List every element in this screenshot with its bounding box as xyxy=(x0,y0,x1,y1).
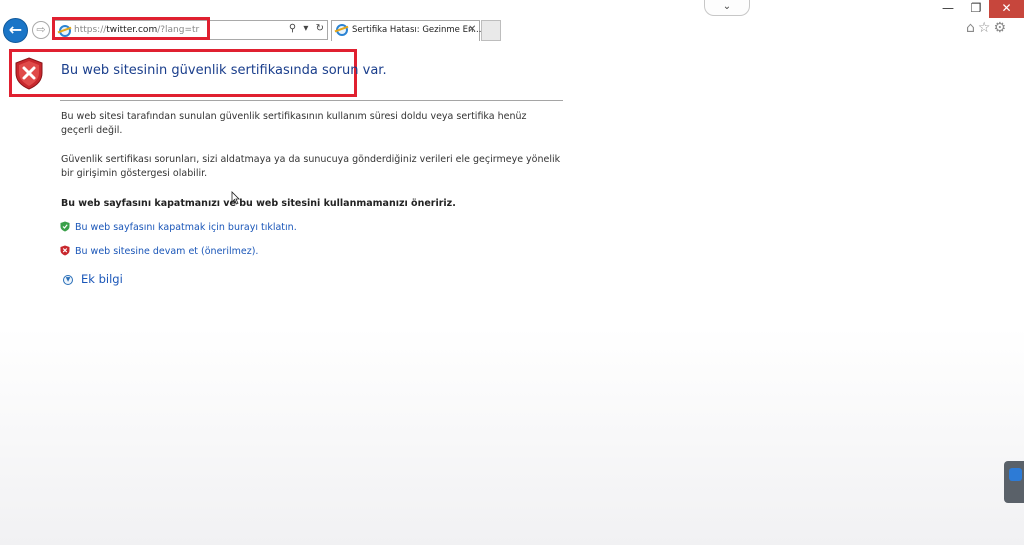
side-gadget[interactable] xyxy=(1004,461,1024,503)
address-bar-icons: ⚲ ▾ ↻ xyxy=(285,23,324,34)
forward-button[interactable]: ⇨ xyxy=(32,21,50,39)
new-tab-button[interactable] xyxy=(481,20,501,41)
page-title: Bu web sitesinin güvenlik sertifikasında… xyxy=(61,63,387,78)
tab-title: Sertifika Hatası: Gezinme En... xyxy=(352,25,482,35)
red-shield-x-icon xyxy=(15,57,43,90)
close-page-link[interactable]: Bu web sayfasını kapatmak için burayı tı… xyxy=(75,222,297,233)
home-star-gear-icons[interactable]: ⌂☆⚙ xyxy=(966,20,1009,36)
minimize-button[interactable]: — xyxy=(935,0,961,18)
recommendation-text: Bu web sayfasını kapatmanızı ve bu web s… xyxy=(61,198,456,209)
expired-certificate-text: Bu web sitesi tarafından sunulan güvenli… xyxy=(61,111,527,136)
search-icon[interactable]: ⚲ xyxy=(289,23,296,34)
red-shield-x-small-icon xyxy=(60,245,70,256)
continue-website-link[interactable]: Bu web sitesine devam et (önerilmez). xyxy=(75,246,258,257)
toolbar-icons[interactable]: ⌂☆⚙ xyxy=(966,20,1009,36)
chevron-down-icon[interactable]: ⌄ xyxy=(704,0,750,16)
maximize-button[interactable]: ❐ xyxy=(963,0,989,18)
green-shield-check-icon xyxy=(60,221,70,232)
mouse-cursor-icon xyxy=(231,191,240,205)
tab-certificate-error[interactable]: Sertifika Hatası: Gezinme En... ✕ xyxy=(331,20,482,41)
dropdown-arrow-icon[interactable]: ▾ xyxy=(303,23,308,34)
divider xyxy=(60,100,563,101)
back-button[interactable]: ← xyxy=(3,18,28,43)
ie-tab-icon xyxy=(336,24,348,36)
more-info-label[interactable]: Ek bilgi xyxy=(81,272,123,286)
certificate-warning-text: Güvenlik sertifikası sorunları, sizi ald… xyxy=(61,154,561,179)
browser-chrome: ⌄ — ❐ ✕ ← ⇨ https://twitter.com/?lang=tr… xyxy=(0,0,1024,43)
close-window-button[interactable]: ✕ xyxy=(989,0,1024,18)
gadget-icon[interactable] xyxy=(1009,468,1022,481)
expand-circle-icon[interactable]: ▼ xyxy=(63,275,73,285)
tab-close-icon[interactable]: ✕ xyxy=(468,24,476,35)
address-highlight-box xyxy=(52,17,210,40)
refresh-icon[interactable]: ↻ xyxy=(316,23,324,34)
